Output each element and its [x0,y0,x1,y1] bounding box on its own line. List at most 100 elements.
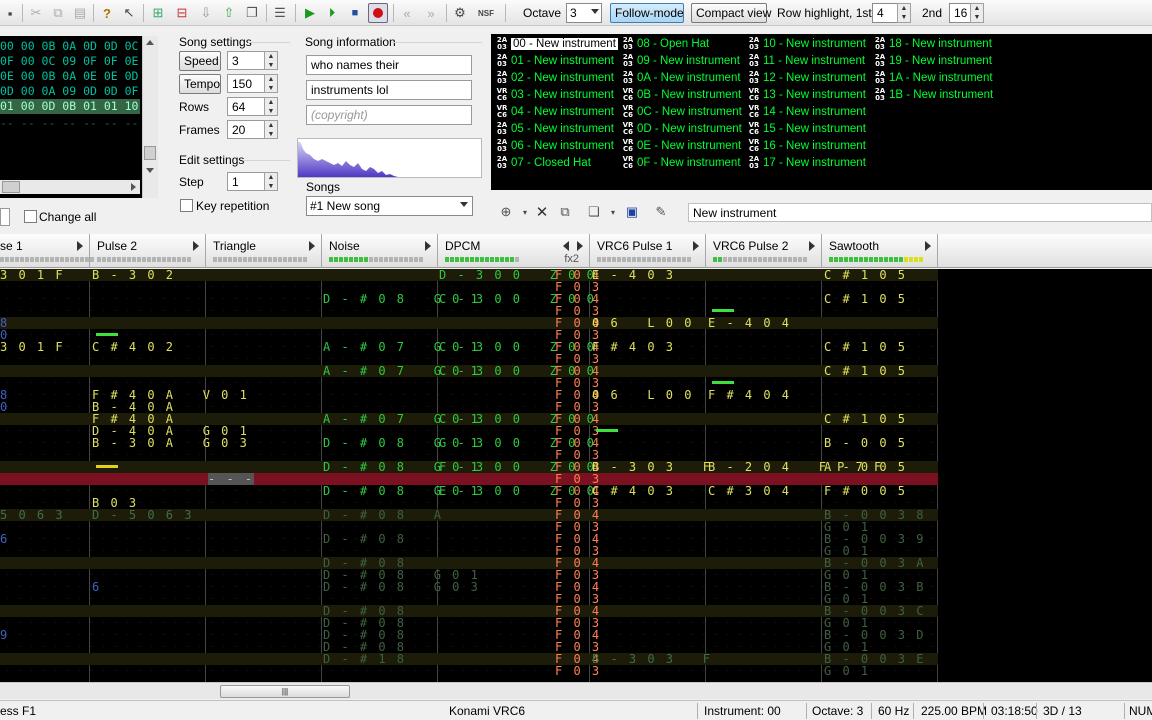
frame-row[interactable]: 00 00 0B 0A 0D 0D 0C [0,39,138,54]
move-frame-down-icon[interactable]: ⇩ [196,3,216,23]
frames-input[interactable]: 20 [227,120,265,139]
pattern-cell-noi[interactable]: D - # 0 8 [323,533,406,545]
channel-triangle[interactable]: Triangle [206,234,322,268]
pattern-cell-noi[interactable]: D - # 0 8 A [323,509,443,521]
pattern-row[interactable]: B - 3 0 A G 0 3D - # 0 8 G 0 1G - 3 0 0 … [0,437,938,449]
save-instrument-icon[interactable]: ▣ [622,202,642,222]
instrument-item[interactable]: 2A 03 18 - New instrument [873,36,992,53]
pattern-row[interactable]: D - # 0 8 G 0 1C - 3 0 0 Z 0 0F 0 4C # 1… [0,293,938,305]
pattern-cell-p2[interactable]: 6 [92,581,101,593]
clone-instrument-icon[interactable]: ⧉ [555,202,575,222]
rows-spinner[interactable]: ▲ ▼ [264,97,278,116]
pattern-cell-p1[interactable]: 3 0 1 F [0,269,65,281]
channel-dpcm[interactable]: DPCM fx2 [438,234,590,268]
add-instrument-icon[interactable]: ⊕ [496,202,516,222]
pattern-row[interactable]: D - # 0 8 G 0 1E - 3 0 0 Z 0 0F 0 4C # 4… [0,485,938,497]
pattern-row[interactable]: D - # 0 8F 0 4B - 0 0 3 C [0,605,938,617]
channel-vrc6-pulse-1[interactable]: VRC6 Pulse 1 [590,234,706,268]
frame-edit-field[interactable] [0,208,10,226]
copy-icon[interactable]: ⧉ [48,3,68,23]
instrument-item[interactable]: VR C6 03 - New instrument [495,87,614,104]
step-spinner[interactable]: ▲ ▼ [264,172,278,191]
step-input[interactable]: 1 [227,172,265,191]
pattern-cell-v1[interactable]: 0 6 L 0 0 [592,389,693,401]
instrument-item[interactable]: 2A 03 02 - New instrument [495,70,614,87]
pattern-row[interactable]: F 0 3 G 0 1 [0,665,938,677]
expand-arrow-icon[interactable] [925,241,931,251]
pattern-row[interactable]: D - # 0 8 G 0 1F - 3 0 0 Z 0 0F 0 4B - 3… [0,461,938,473]
pattern-cell-saw[interactable]: C # 1 0 5 [824,365,907,377]
stop-icon[interactable]: ■ [345,3,365,23]
pattern-row[interactable]: F 0 3G 0 1 [0,593,938,605]
move-frame-up-icon[interactable]: ⇧ [219,3,239,23]
pattern-row[interactable]: F 0 3 [0,305,938,317]
pattern-cell-tri[interactable]: - - - [208,473,255,485]
pattern-cell-p1[interactable]: 0 [0,401,9,413]
pattern-cell-p1[interactable]: 3 0 1 F [0,341,65,353]
change-all-checkbox[interactable] [24,210,37,223]
collapse-arrow-icon[interactable] [563,241,569,251]
pattern-cell-saw[interactable]: A - 0 0 5 [824,461,907,473]
edit-mode-icon[interactable] [368,3,388,23]
scroll-right-icon[interactable] [131,183,136,191]
instrument-item[interactable]: 2A 03 0A - New instrument [621,70,741,87]
tempo-spinner[interactable]: ▲ ▼ [264,74,278,93]
expand-arrow-icon[interactable] [577,241,583,251]
instrument-list[interactable]: 2A 03 00 - New instrument 2A 03 01 - New inst… [491,34,1152,190]
expand-arrow-icon[interactable] [77,241,83,251]
row-highlight-2nd-input[interactable]: 16 [949,3,971,23]
pattern-row[interactable]: 9D - # 0 8F 0 4B - 0 0 3 D [0,629,938,641]
pattern-row[interactable]: 6D - # 0 8F 0 4B - 0 0 3 9 [0,533,938,545]
pattern-row[interactable]: D - # 1 8F 0 4B - 3 0 3 FB - 0 0 3 E [0,653,938,665]
scroll-up-icon[interactable] [146,40,154,45]
instrument-item[interactable]: 2A 03 17 - New instrument [747,155,866,172]
instrument-item[interactable]: 2A 03 06 - New instrument [495,138,614,155]
pattern-cell-v1[interactable]: B - 3 0 3 F [592,653,712,665]
key-repetition-checkbox[interactable] [180,199,193,212]
pattern-hscrollbar[interactable]: ||| [0,682,1152,699]
pattern-cell-v1[interactable]: B - 3 0 3 F [592,461,712,473]
frame-row[interactable]: 0E 00 0B 0A 0E 0E 0D [0,69,138,84]
pattern-cell-noi[interactable]: D - # 1 8 [323,653,406,665]
pattern-cell-fx[interactable]: F 0 3 [555,665,601,677]
instrument-item[interactable]: VR C6 15 - New instrument [747,121,866,138]
instrument-item[interactable]: VR C6 16 - New instrument [747,138,866,155]
speed-input[interactable]: 3 [227,51,265,70]
frame-list-scrollbar[interactable] [142,36,158,198]
paste-icon[interactable]: ▤ [70,3,90,23]
pattern-cell-saw[interactable]: C # 1 0 5 [824,269,907,281]
compact-view-button[interactable]: Compact view [691,3,771,23]
octave-select[interactable]: 3 [566,3,602,23]
nsf-export-icon[interactable]: NSF [476,3,496,23]
duplicate-frame-icon[interactable]: ❐ [242,3,262,23]
pattern-cell-saw[interactable]: B - 0 0 5 [824,437,907,449]
instrument-item[interactable]: VR C6 14 - New instrument [747,104,866,121]
pattern-cell-saw[interactable]: G 0 1 [824,665,870,677]
instrument-item[interactable]: VR C6 04 - New instrument [495,104,614,121]
module-properties-icon[interactable]: ☰ [270,3,290,23]
instrument-item[interactable]: VR C6 0E - New instrument [621,138,741,155]
pattern-cell-noi[interactable]: D - # 0 8 G 0 3 [323,581,480,593]
follow-mode-button[interactable]: Follow-mode [610,3,684,23]
pattern-row[interactable]: F 0 3G 0 1 [0,521,938,533]
instrument-item[interactable]: VR C6 0D - New instrument [621,121,742,138]
rows-input[interactable]: 64 [227,97,265,116]
channel-sawtooth[interactable]: Sawtooth [822,234,938,268]
pattern-cell-saw[interactable]: C # 1 0 5 [824,413,907,425]
expand-arrow-icon[interactable] [425,241,431,251]
instrument-item[interactable]: 2A 03 08 - Open Hat [621,36,709,53]
instrument-item[interactable]: 2A 03 12 - New instrument [747,70,866,87]
pattern-editor[interactable]: 3 0 1 FB - 3 0 2D - 3 0 0 Z 0 0F 0 4E - … [0,269,938,682]
scroll-thumb[interactable] [144,146,156,160]
pattern-cell-v2[interactable]: F # 4 0 4 [708,389,791,401]
pattern-cell-v1[interactable]: C # 4 0 3 [592,485,675,497]
speed-button[interactable]: Speed [179,51,221,71]
expand-arrow-icon[interactable] [693,241,699,251]
tempo-input[interactable]: 150 [227,74,265,93]
frames-spinner[interactable]: ▲ ▼ [264,120,278,139]
frame-row-selected[interactable]: 01 00 0D 0B 01 01 10 [0,99,140,114]
song-copyright-field[interactable]: (copyright) [306,105,472,125]
channel-pulse-1[interactable]: se 1 [0,234,94,268]
scroll-thumb[interactable]: ||| [220,685,350,698]
edit-instrument-icon[interactable]: ✎ [651,202,671,222]
